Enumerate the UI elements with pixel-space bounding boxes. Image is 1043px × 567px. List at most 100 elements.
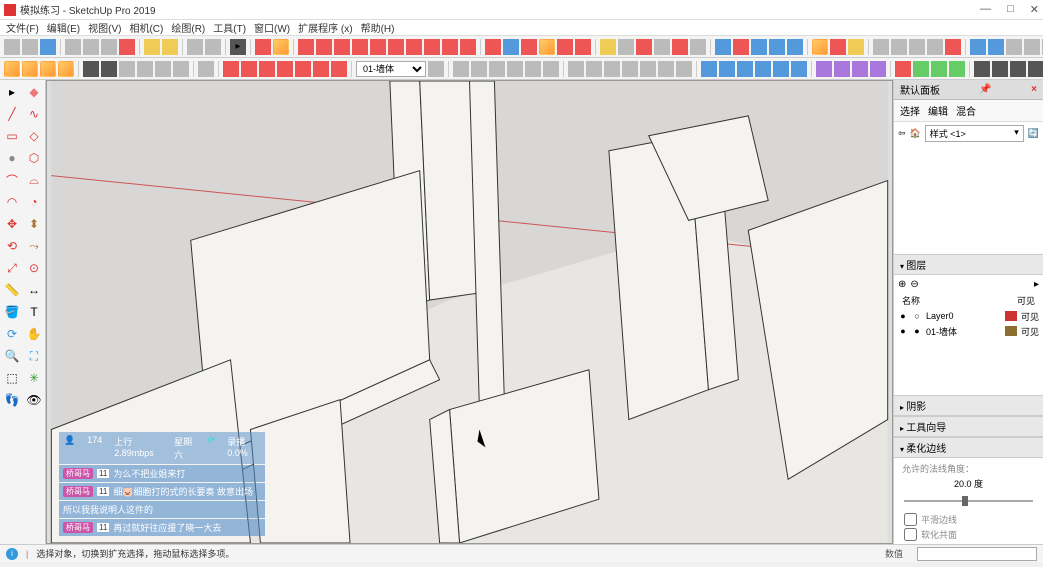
ext7-icon[interactable]	[931, 61, 947, 77]
info-icon[interactable]: i	[6, 548, 18, 560]
text-icon[interactable]	[654, 39, 670, 55]
home-icon[interactable]: ⇦	[898, 128, 906, 139]
ext6-icon[interactable]	[913, 61, 929, 77]
tape-icon[interactable]	[600, 39, 616, 55]
tab-edit[interactable]: 编辑	[928, 103, 948, 118]
curve1-icon[interactable]	[223, 61, 239, 77]
solid6-icon[interactable]	[791, 61, 807, 77]
rotate-icon[interactable]	[521, 39, 537, 55]
tool-orbit-icon[interactable]: ⟳	[2, 324, 22, 344]
tool-line-icon[interactable]: ╱	[2, 104, 22, 124]
tool-arc3-icon[interactable]: ◠	[2, 192, 22, 212]
pie-icon[interactable]	[460, 39, 476, 55]
tool-rect-icon[interactable]: ▭	[2, 126, 22, 146]
arc-icon[interactable]	[406, 39, 422, 55]
layer-radio[interactable]: ●	[912, 326, 922, 336]
solid4-icon[interactable]	[755, 61, 771, 77]
plugin7-icon[interactable]	[988, 39, 1004, 55]
menu-window[interactable]: 窗口(W)	[252, 20, 292, 35]
ext4-icon[interactable]	[870, 61, 886, 77]
undo-icon[interactable]	[144, 39, 160, 55]
ext-warehouse-icon[interactable]	[830, 39, 846, 55]
curve3-icon[interactable]	[259, 61, 275, 77]
curve2-icon[interactable]	[241, 61, 257, 77]
face6-icon[interactable]	[658, 61, 674, 77]
orbit-icon[interactable]	[715, 39, 731, 55]
3dtext-icon[interactable]	[690, 39, 706, 55]
style1-icon[interactable]	[83, 61, 99, 77]
curve4-icon[interactable]	[277, 61, 293, 77]
sandbox1-icon[interactable]	[4, 61, 20, 77]
section-layers[interactable]: 图层	[894, 254, 1043, 275]
plugin5-icon[interactable]	[945, 39, 961, 55]
freehand-icon[interactable]	[316, 39, 332, 55]
tool-rotrect-icon[interactable]: ◇	[24, 126, 44, 146]
style5-icon[interactable]	[155, 61, 171, 77]
tab-mix[interactable]: 混合	[956, 103, 976, 118]
tool-section-icon[interactable]: ⬚	[2, 368, 22, 388]
layer-radio[interactable]: ○	[912, 311, 922, 321]
curve6-icon[interactable]	[313, 61, 329, 77]
scale-icon[interactable]	[557, 39, 573, 55]
view-iso-icon[interactable]	[453, 61, 469, 77]
tool-paint-icon[interactable]: 🪣	[2, 302, 22, 322]
new-icon[interactable]	[4, 39, 20, 55]
style-dropdown[interactable]: 样式 <1>▾	[925, 125, 1024, 142]
viewport-3d[interactable]: 👤 174 上行 2.89mbps 星期六 ⟳ 录播 0.0% 桥哥马 11 为…	[46, 80, 893, 544]
paint-icon[interactable]	[273, 39, 289, 55]
layer-row[interactable]: ● ○ Layer0 可见	[896, 309, 1041, 324]
followme-icon[interactable]	[539, 39, 555, 55]
sandbox4-icon[interactable]	[58, 61, 74, 77]
tool-eraser-icon[interactable]: ◆	[24, 82, 44, 102]
style4-icon[interactable]	[137, 61, 153, 77]
layer-color-swatch[interactable]	[1005, 311, 1017, 321]
3dwarehouse-icon[interactable]	[812, 39, 828, 55]
plugin8-icon[interactable]	[1006, 39, 1022, 55]
face7-icon[interactable]	[676, 61, 692, 77]
soften-slider[interactable]	[904, 500, 1033, 502]
measure-input[interactable]	[917, 547, 1037, 561]
menu-view[interactable]: 视图(V)	[86, 20, 123, 35]
ext2-icon[interactable]	[834, 61, 850, 77]
eye-icon[interactable]: ●	[898, 311, 908, 321]
solid2-icon[interactable]	[719, 61, 735, 77]
menu-tools[interactable]: 工具(T)	[211, 20, 248, 35]
copy-icon[interactable]	[83, 39, 99, 55]
layer-color-swatch[interactable]	[1005, 326, 1017, 336]
protractor-icon[interactable]	[636, 39, 652, 55]
ext1-icon[interactable]	[816, 61, 832, 77]
curve5-icon[interactable]	[295, 61, 311, 77]
save-icon[interactable]	[40, 39, 56, 55]
menu-edit[interactable]: 编辑(E)	[45, 20, 82, 35]
tool-pan-icon[interactable]: ✋	[24, 324, 44, 344]
style3-icon[interactable]	[119, 61, 135, 77]
tool-text-icon[interactable]: T	[24, 302, 44, 322]
select-icon[interactable]: ▸	[230, 39, 246, 55]
menu-camera[interactable]: 相机(C)	[127, 20, 165, 35]
print-icon[interactable]	[187, 39, 203, 55]
tool-freehand-icon[interactable]: ∿	[24, 104, 44, 124]
section-icon[interactable]	[198, 61, 214, 77]
view-back-icon[interactable]	[525, 61, 541, 77]
face4-icon[interactable]	[622, 61, 638, 77]
tool-scale-icon[interactable]: ⤢	[2, 258, 22, 278]
menu-help[interactable]: 帮助(H)	[359, 20, 397, 35]
zoom-icon[interactable]	[751, 39, 767, 55]
pan-icon[interactable]	[733, 39, 749, 55]
material-apply-icon[interactable]	[428, 61, 444, 77]
pushpull-icon[interactable]	[503, 39, 519, 55]
tool-select-icon[interactable]: ▸	[2, 82, 22, 102]
minimize-button[interactable]: —	[980, 3, 991, 16]
tab-select[interactable]: 选择	[900, 103, 920, 118]
redo-icon[interactable]	[162, 39, 178, 55]
layer-row[interactable]: ● ● 01-墙体 可见	[896, 324, 1041, 339]
style6-icon[interactable]	[173, 61, 189, 77]
view-top-icon[interactable]	[471, 61, 487, 77]
eraser-icon[interactable]	[255, 39, 271, 55]
tray-pin-icon[interactable]: 📌	[979, 84, 991, 95]
tool-zoomext-icon[interactable]: ⛶	[24, 346, 44, 366]
dimension-icon[interactable]	[618, 39, 634, 55]
circle-icon[interactable]	[370, 39, 386, 55]
zoom-window-icon[interactable]	[769, 39, 785, 55]
polygon-icon[interactable]	[388, 39, 404, 55]
